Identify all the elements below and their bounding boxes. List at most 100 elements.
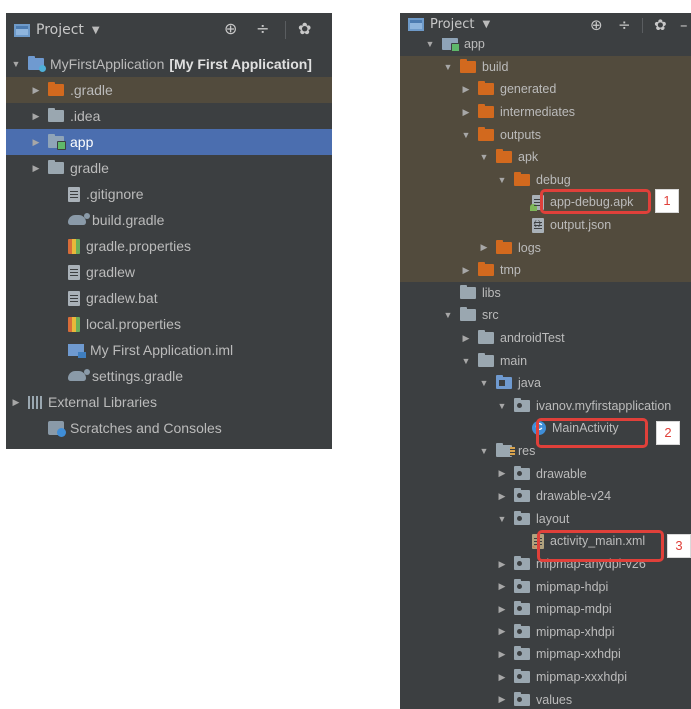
tree-item-label: apk — [518, 150, 539, 165]
tree-item-label: .idea — [70, 108, 101, 124]
tree-item-label: debug — [536, 172, 571, 187]
folder-icon — [48, 160, 64, 174]
collapsed-arrow-icon[interactable]: ▶ — [30, 85, 42, 96]
collapsed-arrow-icon[interactable]: ▶ — [460, 265, 472, 276]
expanded-arrow-icon[interactable]: ▼ — [460, 356, 472, 366]
collapsed-arrow-icon[interactable]: ▶ — [30, 163, 42, 174]
tree-item-my-first-application-iml[interactable]: ▶My First Application.iml — [6, 337, 332, 363]
collapsed-arrow-icon[interactable]: ▶ — [496, 559, 508, 570]
tree-item-libs[interactable]: ▶libs — [400, 282, 691, 305]
tree-item-activity-main-xml[interactable]: ▶activity_main.xml — [400, 530, 691, 553]
collapsed-arrow-icon[interactable]: ▶ — [460, 84, 472, 95]
callout-badge-3: 3 — [667, 534, 691, 558]
collapsed-arrow-icon[interactable]: ▶ — [496, 604, 508, 615]
tree-item-mipmap-anydpi-v26[interactable]: ▶ mipmap-anydpi-v26 — [400, 553, 691, 576]
collapsed-arrow-icon[interactable]: ▶ — [10, 397, 22, 408]
tree-item-app[interactable]: ▶ app — [6, 129, 332, 155]
gear-icon[interactable]: ✿ — [298, 21, 311, 37]
tree-item-label: mipmap-anydpi-v26 — [536, 557, 646, 572]
view-selector-dropdown[interactable]: Project ▼ — [14, 22, 100, 38]
tree-item-gradlew-bat[interactable]: ▶gradlew.bat — [6, 285, 332, 311]
collapsed-arrow-icon[interactable]: ▶ — [30, 111, 42, 122]
expanded-arrow-icon[interactable]: ▼ — [478, 152, 490, 162]
tree-item-label: output.json — [550, 218, 612, 233]
tree-item-res[interactable]: ▼ res — [400, 440, 691, 463]
tree-item-mainactivity[interactable]: ▶CMainActivity — [400, 417, 691, 440]
tree-item-main[interactable]: ▼ main — [400, 349, 691, 372]
collapsed-arrow-icon[interactable]: ▶ — [496, 672, 508, 683]
tree-item-label: mipmap-xxhdpi — [536, 647, 621, 662]
tree-item-label: mipmap-hdpi — [536, 579, 609, 594]
tree-item-src[interactable]: ▼ src — [400, 304, 691, 327]
collapse-all-icon[interactable]: ÷ — [256, 21, 269, 37]
expanded-arrow-icon[interactable]: ▼ — [496, 175, 508, 185]
tree-item-gradle[interactable]: ▶ gradle — [6, 155, 332, 181]
tree-item-myfirstapplication[interactable]: ▼ MyFirstApplication [My First Application… — [6, 51, 332, 77]
collapsed-arrow-icon[interactable]: ▶ — [496, 581, 508, 592]
tree-item-build-gradle[interactable]: ▶build.gradle — [6, 207, 332, 233]
locate-icon[interactable]: ⊕ — [224, 21, 237, 37]
tree-item-java[interactable]: ▼ java — [400, 372, 691, 395]
tree-item-mipmap-xhdpi[interactable]: ▶ mipmap-xhdpi — [400, 621, 691, 644]
tree-item-generated[interactable]: ▶ generated — [400, 78, 691, 101]
collapsed-arrow-icon[interactable]: ▶ — [478, 242, 490, 253]
expanded-arrow-icon[interactable]: ▼ — [442, 62, 454, 72]
gradle-icon — [68, 369, 90, 381]
collapsed-arrow-icon[interactable]: ▶ — [460, 333, 472, 344]
tree-item-external-libraries[interactable]: ▶ External Libraries — [6, 389, 332, 415]
tree-item-output-json[interactable]: ▶output.json — [400, 213, 691, 237]
expanded-arrow-icon[interactable]: ▼ — [460, 130, 472, 140]
tree-item-label: drawable-v24 — [536, 489, 612, 504]
tree-item-mipmap-mdpi[interactable]: ▶ mipmap-mdpi — [400, 598, 691, 621]
tree-item-build[interactable]: ▼ build — [400, 55, 691, 79]
tree-item-drawable[interactable]: ▶ drawable — [400, 462, 691, 485]
folder-icon — [48, 108, 64, 122]
tree-item-label: intermediates — [500, 105, 576, 120]
tree-item-gitignore[interactable]: ▶.gitignore — [6, 181, 332, 207]
expanded-arrow-icon[interactable]: ▼ — [424, 39, 436, 49]
tree-item-values[interactable]: ▶ values — [400, 688, 691, 709]
tree-item-ivanov-myfirstapplication[interactable]: ▼ ivanov.myfirstapplication — [400, 395, 691, 418]
collapsed-arrow-icon[interactable]: ▶ — [496, 649, 508, 660]
tree-item-gradle[interactable]: ▶ .gradle — [6, 77, 332, 103]
collapse-all-icon[interactable]: ÷ — [618, 17, 631, 33]
locate-icon[interactable]: ⊕ — [590, 17, 603, 33]
tree-item-mipmap-xxhdpi[interactable]: ▶ mipmap-xxhdpi — [400, 643, 691, 666]
tree-item-mipmap-hdpi[interactable]: ▶ mipmap-hdpi — [400, 575, 691, 598]
tree-item-intermediates[interactable]: ▶ intermediates — [400, 100, 691, 124]
hide-icon[interactable]: – — [680, 17, 688, 33]
tree-item-apk[interactable]: ▼ apk — [400, 146, 691, 169]
tree-item-idea[interactable]: ▶ .idea — [6, 103, 332, 129]
collapsed-arrow-icon[interactable]: ▶ — [460, 107, 472, 118]
expanded-arrow-icon[interactable]: ▼ — [478, 446, 490, 456]
tree-item-layout[interactable]: ▼ layout — [400, 508, 691, 531]
expanded-arrow-icon[interactable]: ▼ — [442, 310, 454, 320]
tree-item-logs[interactable]: ▶ logs — [400, 236, 691, 259]
tree-item-tmp[interactable]: ▶ tmp — [400, 259, 691, 282]
expanded-arrow-icon[interactable]: ▼ — [496, 401, 508, 411]
tree-item-drawable-v24[interactable]: ▶ drawable-v24 — [400, 485, 691, 508]
tree-item-mipmap-xxxhdpi[interactable]: ▶ mipmap-xxxhdpi — [400, 666, 691, 689]
expanded-arrow-icon[interactable]: ▼ — [496, 514, 508, 524]
collapsed-arrow-icon[interactable]: ▶ — [496, 468, 508, 479]
view-selector-dropdown[interactable]: Project ▼ — [408, 17, 490, 32]
tree-item-label: ivanov.myfirstapplication — [536, 398, 672, 413]
tree-item-gradle-properties[interactable]: ▶gradle.properties — [6, 233, 332, 259]
tree-item-gradlew[interactable]: ▶gradlew — [6, 259, 332, 285]
tree-item-debug[interactable]: ▼ debug — [400, 168, 691, 192]
collapsed-arrow-icon[interactable]: ▶ — [496, 626, 508, 637]
expanded-arrow-icon[interactable]: ▼ — [478, 378, 490, 388]
tree-item-local-properties[interactable]: ▶local.properties — [6, 311, 332, 337]
folder-icon — [478, 330, 494, 345]
tree-item-settings-gradle[interactable]: ▶settings.gradle — [6, 363, 332, 389]
tree-item-scratches-and-consoles[interactable]: ▶Scratches and Consoles — [6, 415, 332, 441]
tree-item-app-debug-apk[interactable]: ▶app-debug.apk — [400, 191, 691, 214]
collapsed-arrow-icon[interactable]: ▶ — [496, 694, 508, 705]
expanded-arrow-icon[interactable]: ▼ — [10, 59, 22, 69]
text-file-icon — [68, 290, 80, 306]
tree-item-androidtest[interactable]: ▶ androidTest — [400, 327, 691, 350]
tree-item-outputs[interactable]: ▼ outputs — [400, 123, 691, 146]
gear-icon[interactable]: ✿ — [654, 17, 667, 33]
collapsed-arrow-icon[interactable]: ▶ — [496, 491, 508, 502]
collapsed-arrow-icon[interactable]: ▶ — [30, 137, 42, 148]
